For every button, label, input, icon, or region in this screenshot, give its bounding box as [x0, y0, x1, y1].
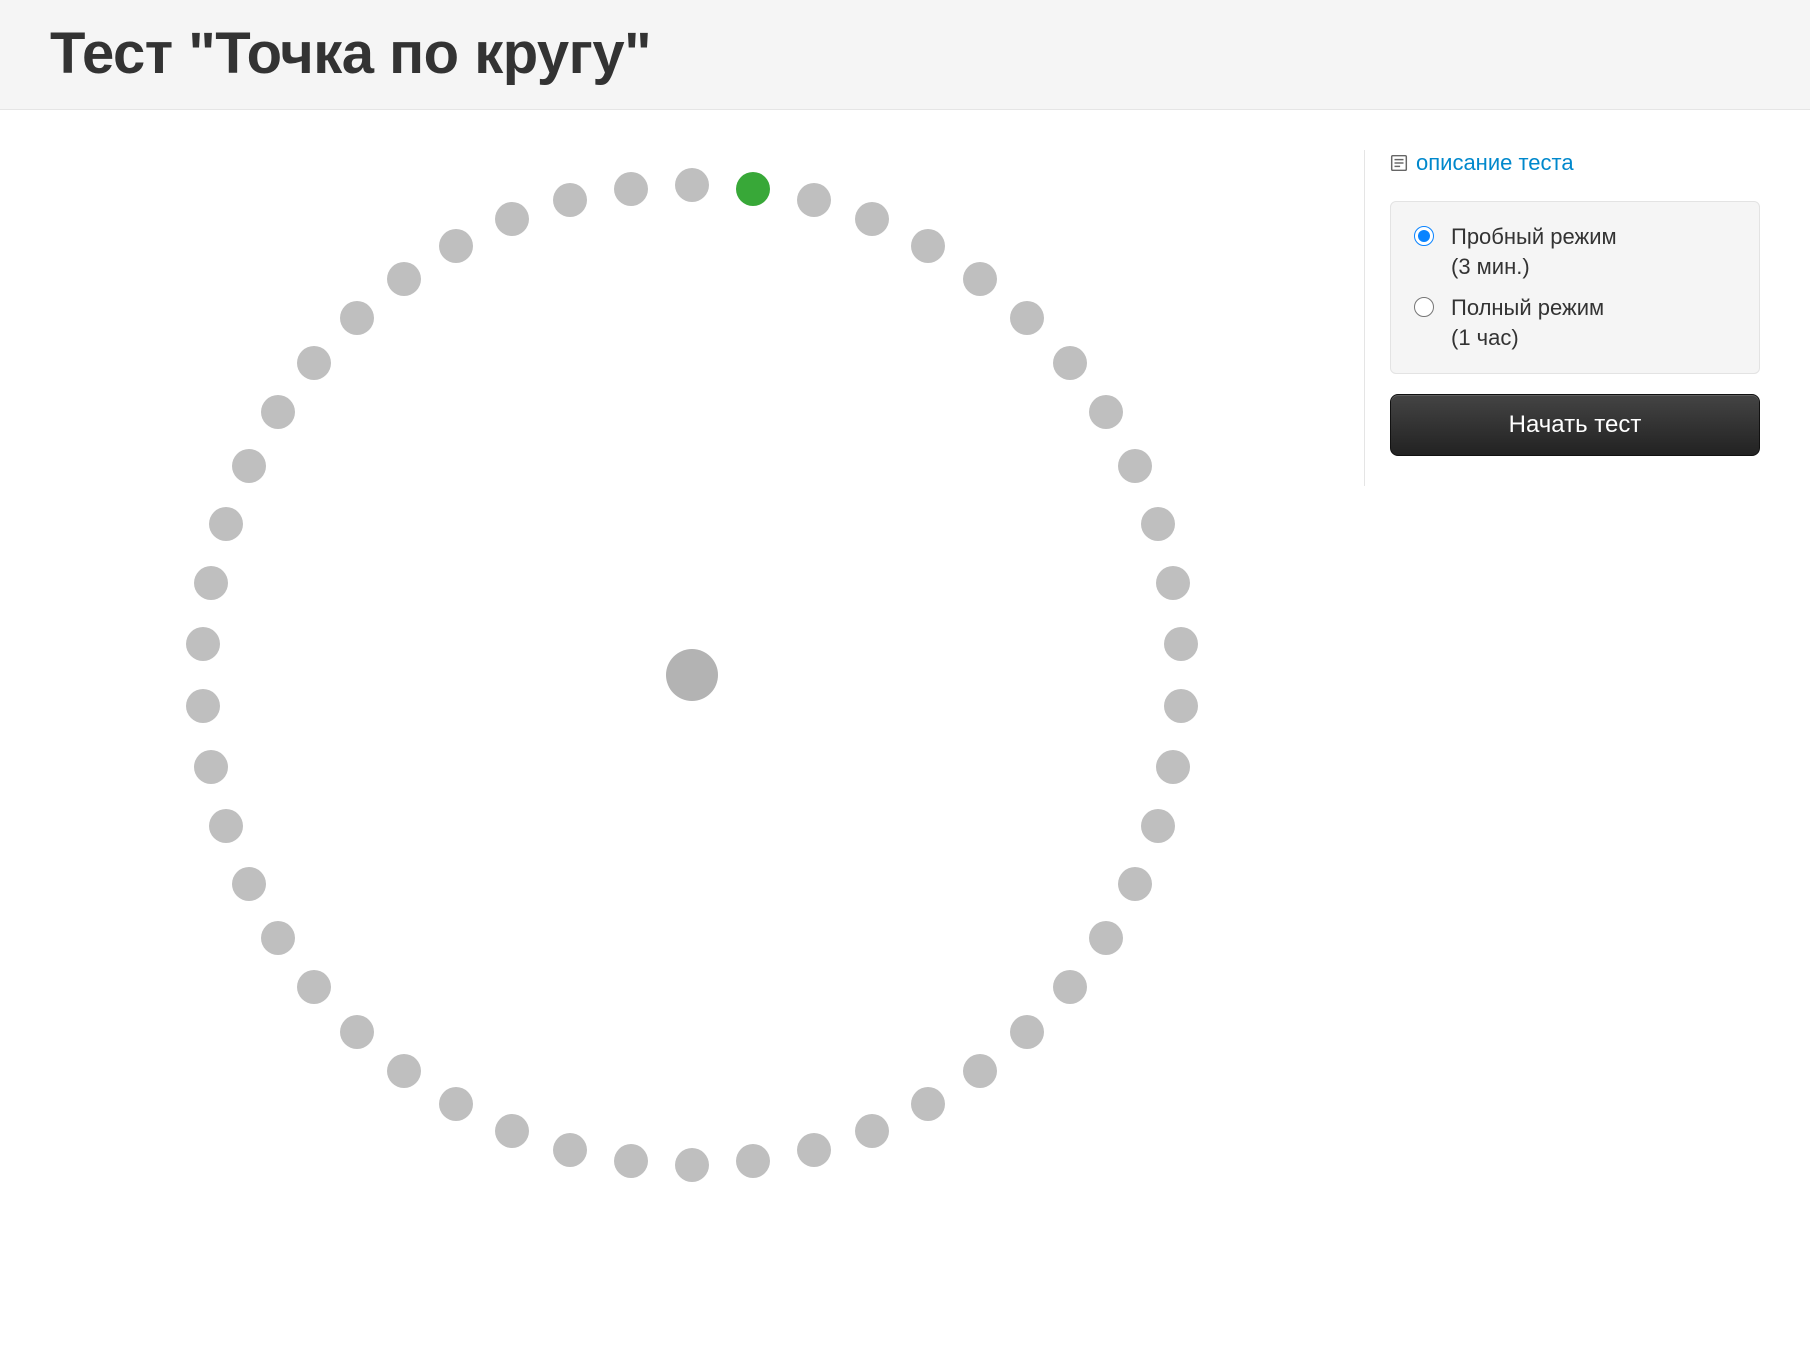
- circle-dot: [340, 1015, 374, 1049]
- circle-dot: [797, 183, 831, 217]
- center-dot: [666, 649, 718, 701]
- mode-duration-trial: (3 мин.): [1451, 252, 1617, 282]
- circle-dot: [1089, 395, 1123, 429]
- mode-radio-full[interactable]: [1414, 297, 1434, 317]
- circle-stage[interactable]: [167, 150, 1217, 1200]
- description-link-text: описание теста: [1416, 150, 1574, 176]
- circle-dot: [340, 301, 374, 335]
- circle-dot: [261, 921, 295, 955]
- stage-wrap: [50, 150, 1334, 1200]
- page-title: Тест "Точка по кругу": [50, 20, 1760, 87]
- circle-dot: [232, 449, 266, 483]
- circle-dot: [439, 229, 473, 263]
- circle-dot: [736, 1144, 770, 1178]
- mode-label-full: Полный режим: [1451, 293, 1604, 323]
- circle-dot: [194, 750, 228, 784]
- circle-dot: [855, 202, 889, 236]
- circle-dot: [1118, 867, 1152, 901]
- description-link[interactable]: описание теста: [1390, 150, 1760, 176]
- circle-dot: [1053, 970, 1087, 1004]
- circle-dot: [232, 867, 266, 901]
- circle-dot: [675, 168, 709, 202]
- circle-dot: [387, 262, 421, 296]
- mode-option-trial[interactable]: Пробный режим (3 мин.): [1409, 216, 1741, 287]
- circle-dot: [614, 1144, 648, 1178]
- circle-dot: [261, 395, 295, 429]
- circle-dot: [1156, 750, 1190, 784]
- mode-label-stack: Полный режим (1 час): [1451, 293, 1604, 352]
- circle-dot: [209, 809, 243, 843]
- circle-dot: [553, 183, 587, 217]
- circle-dot: [963, 1054, 997, 1088]
- circle-dot: [855, 1114, 889, 1148]
- circle-dot: [387, 1054, 421, 1088]
- circle-dot: [911, 229, 945, 263]
- circle-dot: [1010, 1015, 1044, 1049]
- circle-dot: [1164, 689, 1198, 723]
- mode-radio-trial[interactable]: [1414, 226, 1434, 246]
- mode-panel: Пробный режим (3 мин.) Полный режим (1 ч…: [1390, 201, 1760, 374]
- circle-dot: [1164, 627, 1198, 661]
- mode-duration-full: (1 час): [1451, 323, 1604, 353]
- circle-dot: [194, 566, 228, 600]
- circle-dot: [186, 627, 220, 661]
- circle-dot: [495, 1114, 529, 1148]
- circle-dot: [963, 262, 997, 296]
- description-icon: [1390, 154, 1408, 172]
- circle-dot: [297, 346, 331, 380]
- circle-dot: [1118, 449, 1152, 483]
- sidebar: описание теста Пробный режим (3 мин.) По…: [1364, 150, 1760, 486]
- page-header: Тест "Точка по кругу": [0, 0, 1810, 110]
- circle-dot: [675, 1148, 709, 1182]
- mode-label-trial: Пробный режим: [1451, 222, 1617, 252]
- mode-option-full[interactable]: Полный режим (1 час): [1409, 287, 1741, 358]
- circle-dot: [736, 172, 770, 206]
- circle-dot: [209, 507, 243, 541]
- page-content: описание теста Пробный режим (3 мин.) По…: [0, 110, 1810, 1260]
- circle-dot: [1156, 566, 1190, 600]
- start-button[interactable]: Начать тест: [1390, 394, 1760, 456]
- circle-dot: [186, 689, 220, 723]
- circle-dot: [553, 1133, 587, 1167]
- circle-dot: [1053, 346, 1087, 380]
- circle-dot: [297, 970, 331, 1004]
- circle-dot: [1141, 809, 1175, 843]
- circle-dot: [1141, 507, 1175, 541]
- circle-dot: [1089, 921, 1123, 955]
- circle-dot: [797, 1133, 831, 1167]
- circle-dot: [911, 1087, 945, 1121]
- circle-dot: [495, 202, 529, 236]
- mode-label-stack: Пробный режим (3 мин.): [1451, 222, 1617, 281]
- circle-dot: [439, 1087, 473, 1121]
- circle-dot: [614, 172, 648, 206]
- circle-dot: [1010, 301, 1044, 335]
